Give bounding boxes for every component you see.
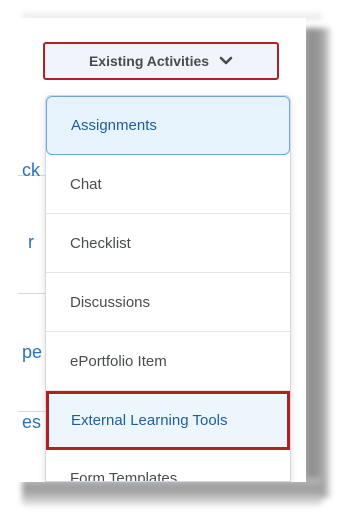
- menu-item-checklist[interactable]: Checklist: [46, 214, 290, 273]
- existing-activities-label: Existing Activities: [88, 53, 210, 69]
- menu-item-label: External Learning Tools: [71, 412, 228, 429]
- menu-item-external-learning-tools[interactable]: External Learning Tools: [46, 391, 290, 450]
- menu-item-assignments[interactable]: Assignments: [46, 96, 290, 155]
- menu-item-chat[interactable]: Chat: [46, 155, 290, 214]
- screen: ck r pe es Existing Activities Assignmen…: [18, 18, 306, 482]
- chevron-down-icon: [219, 56, 233, 65]
- menu-item-label: ePortfolio Item: [70, 352, 167, 370]
- background-list-item-text[interactable]: r: [28, 232, 34, 253]
- existing-activities-button[interactable]: Existing Activities: [43, 42, 279, 80]
- menu-item-label: Chat: [70, 175, 102, 193]
- menu-item-label: Assignments: [71, 117, 157, 134]
- menu-item-label: Discussions: [70, 293, 151, 311]
- menu-item-label: Checklist: [70, 234, 131, 252]
- existing-activities-menu: Assignments Chat Checklist Discussions e…: [45, 95, 291, 482]
- menu-item-eportfolio-item[interactable]: ePortfolio Item: [46, 332, 290, 391]
- menu-item-discussions[interactable]: Discussions: [46, 273, 290, 332]
- menu-item-form-templates[interactable]: Form Templates: [46, 450, 290, 482]
- background-list-item-text[interactable]: pe: [22, 342, 42, 363]
- background-list-item-text[interactable]: es: [22, 412, 41, 433]
- menu-item-label: Form Templates: [70, 470, 178, 482]
- frame-shadow-bottom: [22, 478, 322, 506]
